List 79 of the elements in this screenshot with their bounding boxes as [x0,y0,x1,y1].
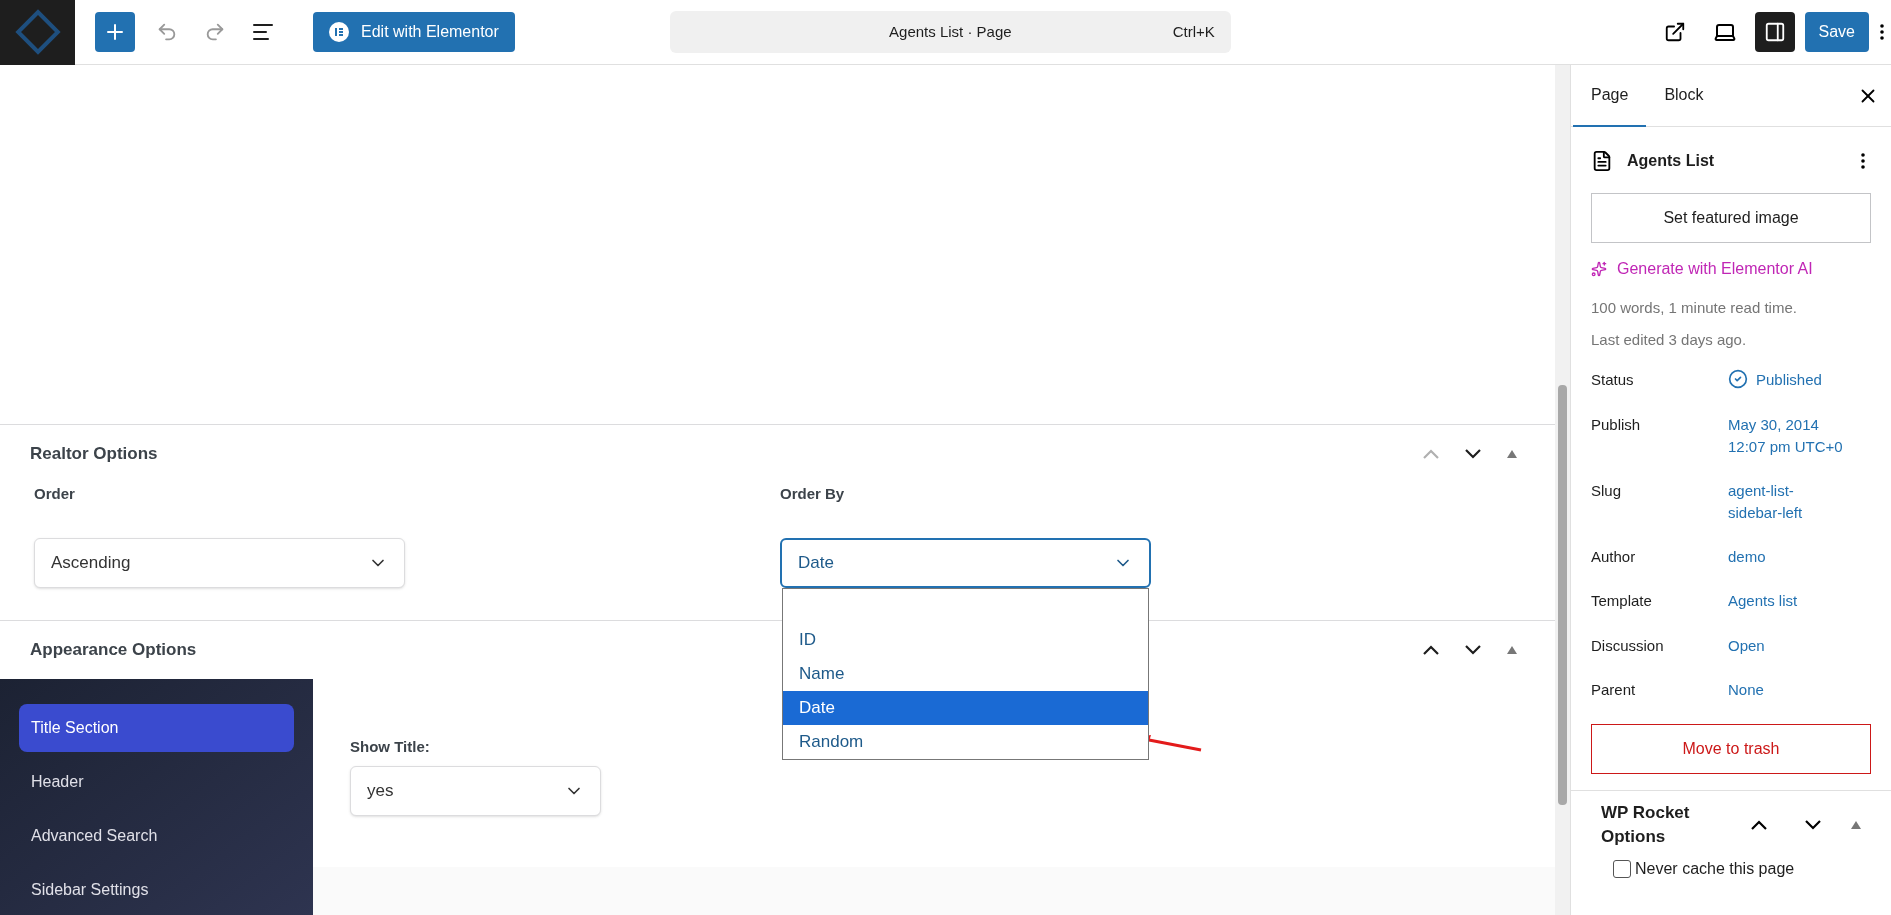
select-field[interactable]: Date [780,537,1151,588]
move-down-button[interactable] [1805,819,1821,830]
set-featured-image-button[interactable]: Set featured image [1591,193,1871,243]
external-link-icon [1663,21,1686,43]
triangle-up-icon [1507,645,1517,654]
dropdown-option[interactable]: Random [783,724,1148,759]
settings-panel-button[interactable] [1754,12,1795,52]
sidebar-tab[interactable]: Block [1646,64,1722,127]
sidebar-tab[interactable]: Page [1573,64,1647,127]
settings-nav-item[interactable]: Title Section [19,703,294,752]
move-up-button[interactable] [1423,644,1439,655]
chevron-up-icon [1423,644,1439,655]
page-title: Agents List [1627,151,1715,171]
chevron-up-icon [1751,819,1767,830]
meta-label: Author [1591,546,1637,567]
edit-with-elementor-button[interactable]: Edit with Elementor [313,12,515,52]
chevron-down-icon [1465,449,1481,459]
more-vertical-icon [1880,24,1884,40]
add-block-button[interactable] [95,12,135,52]
meta-value-link[interactable]: None [1728,679,1764,701]
select-value: Date [798,551,834,574]
select-field[interactable]: yes [350,766,601,816]
panel-title: WP Rocket Options [1601,801,1691,848]
dropdown-option[interactable]: ID [783,622,1148,657]
elementor-icon [329,22,349,42]
collapse-button[interactable] [1507,450,1517,458]
save-button[interactable]: Save [1804,12,1869,52]
select-field[interactable]: Ascending [34,537,405,588]
meta-value-link[interactable]: Agents list [1728,590,1798,612]
page-stats-text: 100 words, 1 minute read time. [1591,298,1798,318]
checkbox[interactable] [1613,859,1631,878]
meta-value-link[interactable]: May 30, 2014 12:07 pm UTC+0 [1728,413,1843,458]
collapse-button[interactable] [1851,820,1861,829]
select-value: Ascending [51,551,131,574]
settings-nav-item[interactable]: Advanced Search [19,811,294,860]
triangle-up-icon [1851,820,1861,829]
chevron-down-icon [1465,644,1481,655]
section-title: Realtor Options [30,443,158,466]
move-up-button[interactable] [1751,819,1767,830]
command-bar[interactable]: Agents List · Page Ctrl+K [669,11,1231,53]
meta-label: Discussion [1591,635,1665,656]
meta-label: Template [1591,591,1653,611]
select-value: yes [367,780,394,803]
move-to-trash-button[interactable]: Move to trash [1591,723,1871,774]
meta-label: Slug [1591,480,1623,501]
chevron-down-icon [1805,819,1821,830]
more-options-button[interactable] [1861,153,1865,169]
meta-value-link[interactable]: Published [1756,369,1822,391]
check-circle-icon [1728,369,1748,389]
undo-icon [156,21,178,43]
move-down-button[interactable] [1465,449,1481,459]
panel-icon [1763,21,1786,43]
settings-nav-item[interactable]: Sidebar Settings [19,865,294,914]
more-vertical-icon [1861,153,1865,169]
section-title: Appearance Options [30,638,197,661]
meta-label: Publish [1591,414,1642,435]
checkbox-label: Never cache this page [1635,858,1795,879]
generate-ai-link[interactable]: Generate with Elementor AI [1617,257,1813,281]
shortcut-hint: Ctrl+K [1171,21,1215,42]
chevron-up-icon [1423,449,1439,459]
redo-icon [204,21,226,43]
dropdown-option[interactable]: Name [783,656,1148,691]
meta-label: Parent [1591,680,1637,700]
command-bar-title: Agents List · Page [888,21,1013,42]
field-label: Order [34,484,75,504]
document-icon [1591,150,1613,172]
move-down-button[interactable] [1465,644,1481,655]
triangle-up-icon [1507,450,1517,458]
field-label: Order By [780,484,845,504]
dropdown-option[interactable]: Date [783,690,1148,725]
meta-value-link[interactable]: agent-list- sidebar-left [1728,479,1803,524]
meta-label: Status [1591,370,1635,390]
collapse-button[interactable] [1507,645,1517,654]
field-label: Show Title: [350,736,430,757]
settings-nav-item[interactable]: Header [19,757,294,806]
meta-value-link[interactable]: demo [1728,545,1766,568]
sparkle-icon [1591,261,1607,277]
meta-value-link[interactable]: Open [1728,634,1765,657]
page-stats-text: Last edited 3 days ago. [1591,329,1748,350]
